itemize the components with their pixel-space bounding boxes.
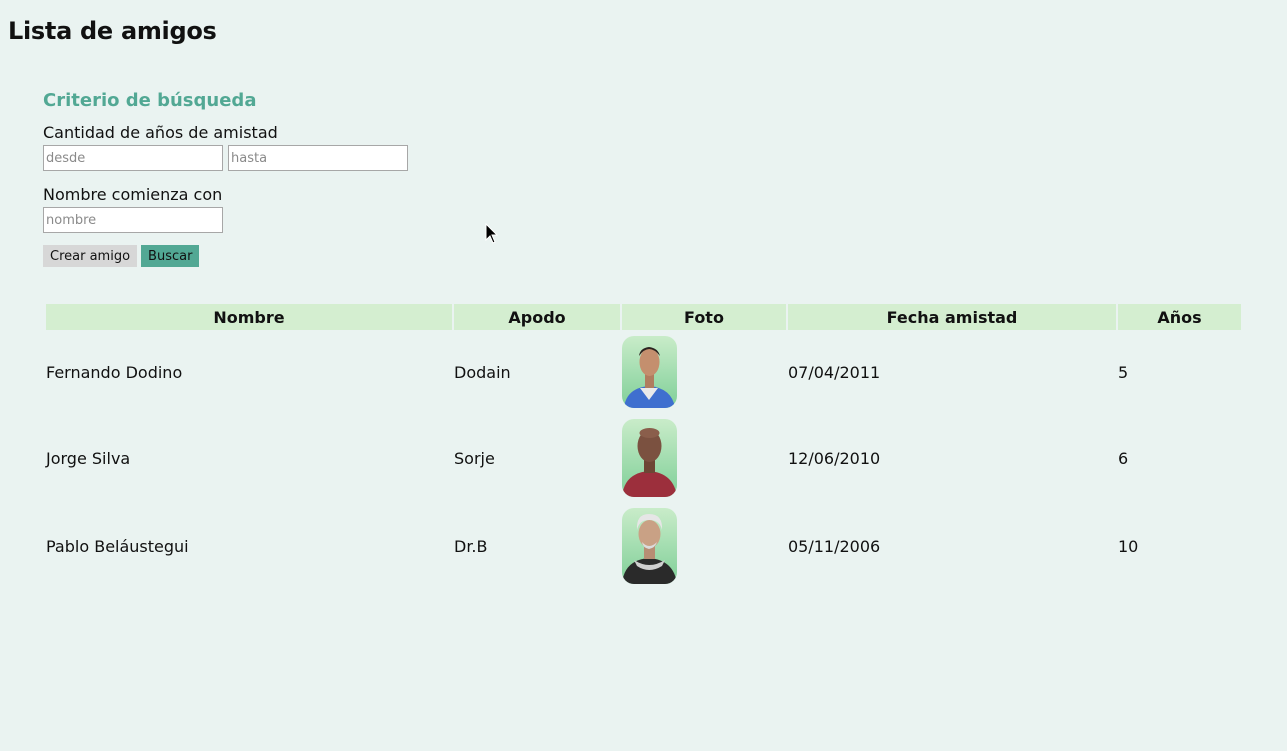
- table-row[interactable]: Fernando Dodino Dodain 07/04/2011 5: [46, 330, 1241, 414]
- friend-photo-avatar: [622, 419, 677, 497]
- name-input-row: [43, 207, 443, 233]
- years-range-label: Cantidad de años de amistad: [43, 123, 278, 142]
- cell-anios: 10: [1118, 536, 1139, 556]
- column-header-fecha-amistad[interactable]: Fecha amistad: [788, 304, 1116, 330]
- friends-table: Nombre Apodo Foto Fecha amistad Años Fer…: [44, 304, 1243, 590]
- cell-fecha-amistad: 07/04/2011: [788, 362, 881, 382]
- mouse-cursor-icon: [485, 223, 499, 244]
- cell-nombre: Fernando Dodino: [46, 362, 183, 382]
- friend-photo-avatar: [622, 336, 677, 408]
- cell-nombre: Pablo Beláustegui: [46, 536, 189, 556]
- column-header-apodo[interactable]: Apodo: [454, 304, 620, 330]
- search-actions: Crear amigo Buscar: [43, 245, 443, 267]
- column-header-anios[interactable]: Años: [1118, 304, 1241, 330]
- cell-nombre: Jorge Silva: [46, 448, 131, 468]
- table-row[interactable]: Pablo Beláustegui Dr.B 05/11/2006 10: [46, 502, 1241, 590]
- table-header-row: Nombre Apodo Foto Fecha amistad Años: [46, 304, 1241, 330]
- cell-apodo: Sorje: [454, 448, 495, 468]
- years-from-input[interactable]: [43, 145, 223, 171]
- table-row[interactable]: Jorge Silva Sorje 12/06/2010 6: [46, 414, 1241, 502]
- page-title: Lista de amigos: [8, 17, 217, 45]
- cell-apodo: Dr.B: [454, 536, 488, 556]
- cell-foto: [622, 502, 786, 590]
- friend-photo-avatar: [622, 508, 677, 584]
- cell-apodo: Dodain: [454, 362, 511, 382]
- search-criteria-title: Criterio de búsqueda: [43, 90, 257, 111]
- create-friend-button[interactable]: Crear amigo: [43, 245, 138, 267]
- column-header-foto[interactable]: Foto: [622, 304, 786, 330]
- cell-foto: [622, 414, 786, 502]
- years-range-inputs: [43, 145, 443, 171]
- cell-anios: 6: [1118, 448, 1129, 468]
- search-button[interactable]: Buscar: [141, 245, 200, 267]
- search-criteria-panel: Criterio de búsqueda Cantidad de años de…: [43, 90, 443, 267]
- cell-foto: [622, 330, 786, 414]
- cell-fecha-amistad: 12/06/2010: [788, 448, 881, 468]
- column-header-nombre[interactable]: Nombre: [46, 304, 452, 330]
- name-search-input[interactable]: [43, 207, 223, 233]
- cell-fecha-amistad: 05/11/2006: [788, 536, 881, 556]
- cell-anios: 5: [1118, 362, 1129, 382]
- years-to-input[interactable]: [228, 145, 408, 171]
- name-starts-with-label: Nombre comienza con: [43, 185, 223, 204]
